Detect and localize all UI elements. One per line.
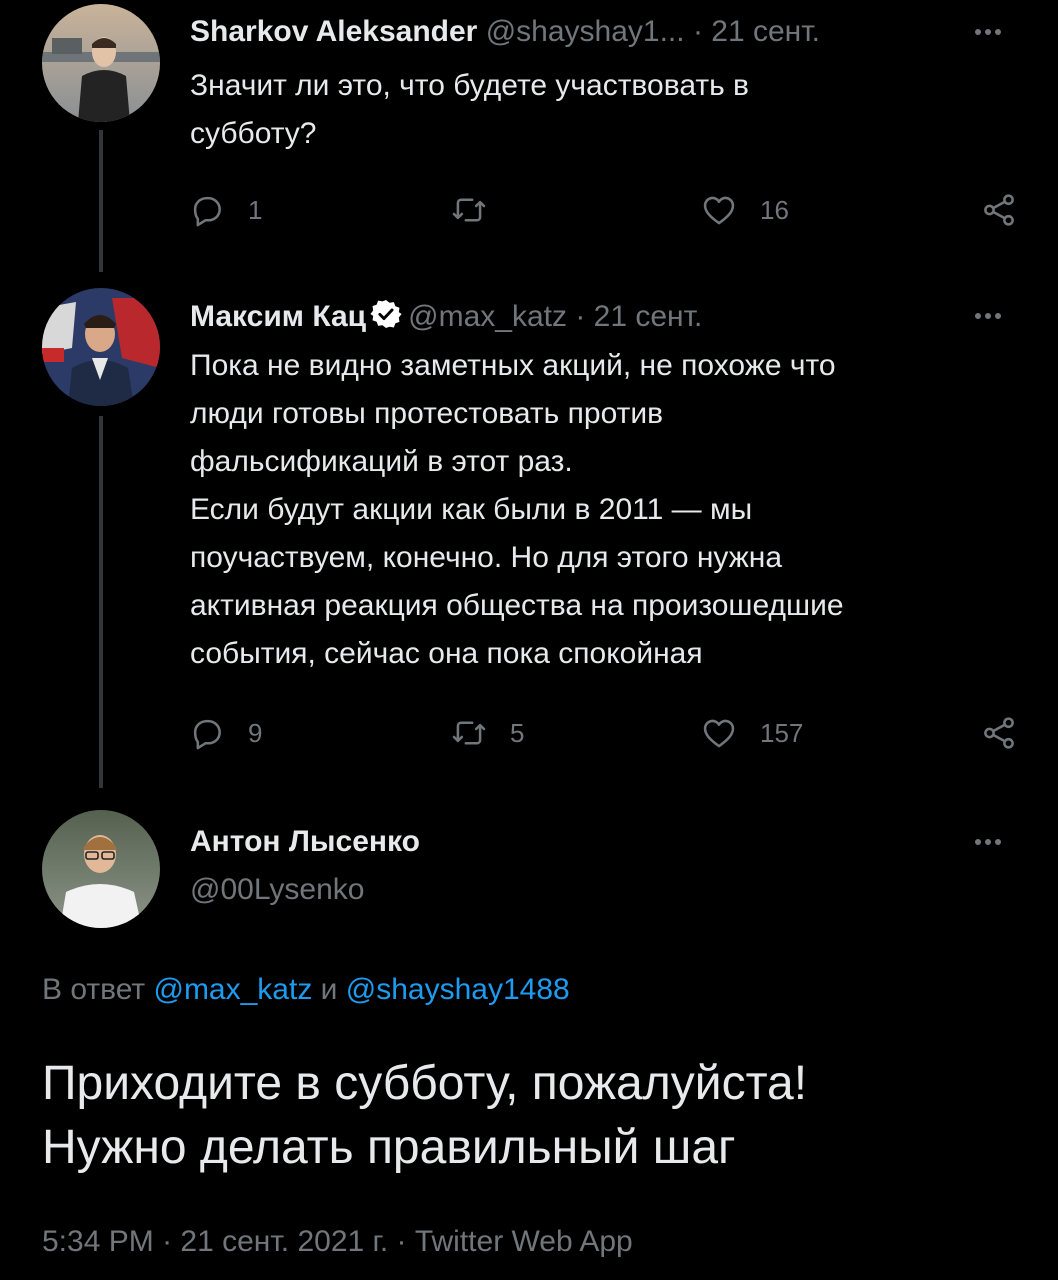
tweet-text-line: события, сейчас она пока спокойная: [190, 637, 703, 670]
tweet-date[interactable]: 21 сент.: [594, 300, 703, 333]
share-icon: [984, 194, 1014, 226]
author-handle[interactable]: @shayshay1...: [486, 15, 685, 48]
tweet-header: Sharkov Aleksander @shayshay1... · 21 се…: [190, 14, 820, 50]
reply-mention-link[interactable]: @max_katz: [153, 973, 312, 1006]
retweet-count: 5: [510, 717, 525, 748]
tweet-text-line: люди готовы протестовать против: [190, 397, 664, 430]
tweet-source[interactable]: Twitter Web App: [415, 1225, 633, 1258]
avatar-photo-icon: [42, 288, 160, 406]
avatar-photo-icon: [42, 4, 160, 122]
heart-icon: [703, 196, 735, 225]
heart-icon: [703, 719, 735, 748]
more-icon[interactable]: [975, 22, 1019, 38]
tweet-header: Антон Лысенко: [190, 824, 420, 860]
tweet-text-line: поучаствуем, конечно. Но для этого нужна: [190, 541, 783, 574]
tweet-text-line: Значит ли это, что будете участвовать в: [190, 69, 749, 102]
tweet-text-line: Пока не видно заметных акций, не похоже …: [190, 349, 836, 382]
avatar-sharkov[interactable]: [42, 4, 160, 122]
like-button[interactable]: 16: [700, 190, 789, 230]
tweet-full-date[interactable]: 21 сент. 2021 г.: [180, 1225, 388, 1258]
tweet-text: Пока не видно заметных акций, не похоже …: [190, 342, 1010, 678]
reply-button[interactable]: 1: [188, 190, 262, 230]
tweet-text-line: Приходите в субботу, пожалуйста!: [42, 1057, 808, 1110]
reply-count: 1: [248, 194, 263, 225]
author-name[interactable]: Максим Кац: [190, 300, 366, 333]
tweet-time[interactable]: 5:34 PM: [42, 1225, 154, 1258]
author-name[interactable]: Sharkov Aleksander: [190, 15, 477, 48]
author-handle[interactable]: @max_katz: [408, 300, 567, 333]
tweet-text-line: Если будут акции как были в 2011 — мы: [190, 493, 753, 526]
retweet-button[interactable]: 5: [450, 713, 524, 753]
reply-count: 9: [248, 717, 263, 748]
reply-icon: [193, 719, 221, 750]
thread-line: [99, 130, 103, 272]
like-count: 16: [760, 194, 789, 225]
author-name[interactable]: Антон Лысенко: [190, 824, 420, 860]
tweet-text-line: Нужно делать правильный шаг: [42, 1121, 736, 1174]
tweet-text-line: активная реакция общества на произошедши…: [190, 589, 844, 622]
avatar-lysenko[interactable]: [42, 810, 160, 928]
share-button[interactable]: [980, 190, 1018, 230]
retweet-icon: [452, 198, 486, 222]
main-tweet-text: Приходите в субботу, пожалуйста! Нужно д…: [42, 1052, 1022, 1180]
tweet-text-line: субботу?: [190, 117, 317, 150]
author-handle[interactable]: @00Lysenko: [190, 872, 364, 908]
reply-conjunction: и: [320, 973, 338, 1006]
retweet-button[interactable]: [450, 190, 510, 230]
reply-mention-link[interactable]: @shayshay1488: [346, 973, 570, 1006]
tweet-text-line: фальсификаций в этот раз.: [190, 445, 573, 478]
tweet-text: Значит ли это, что будете участвовать в …: [190, 62, 1010, 158]
separator: ·: [692, 15, 703, 48]
avatar-max-katz[interactable]: [42, 288, 160, 406]
share-icon: [984, 717, 1014, 749]
separator: ·: [396, 1225, 407, 1258]
thread-line: [99, 416, 103, 788]
like-count: 157: [760, 717, 804, 748]
separator: ·: [162, 1225, 173, 1258]
more-icon[interactable]: [975, 306, 1019, 322]
avatar-photo-icon: [42, 810, 160, 928]
reply-prefix: В ответ: [42, 973, 146, 1006]
reply-context: В ответ @max_katz и @shayshay1488: [42, 972, 570, 1008]
tweet-actions: 1 16: [188, 190, 1028, 230]
tweet-actions: 9 5 157: [188, 713, 1028, 753]
verified-badge-icon: [370, 300, 402, 328]
tweet-meta: 5:34 PM · 21 сент. 2021 г. · Twitter Web…: [42, 1224, 633, 1260]
share-button[interactable]: [980, 713, 1018, 753]
reply-icon: [193, 196, 221, 227]
more-icon[interactable]: [975, 832, 1019, 848]
like-button[interactable]: 157: [700, 713, 803, 753]
tweet-date[interactable]: 21 сент.: [711, 15, 820, 48]
tweet-header: Максим Кац @max_katz · 21 сент.: [190, 298, 702, 335]
reply-button[interactable]: 9: [188, 713, 262, 753]
retweet-icon: [452, 721, 486, 745]
tweet-handle-row: @00Lysenko: [190, 872, 364, 908]
separator: ·: [575, 300, 586, 333]
